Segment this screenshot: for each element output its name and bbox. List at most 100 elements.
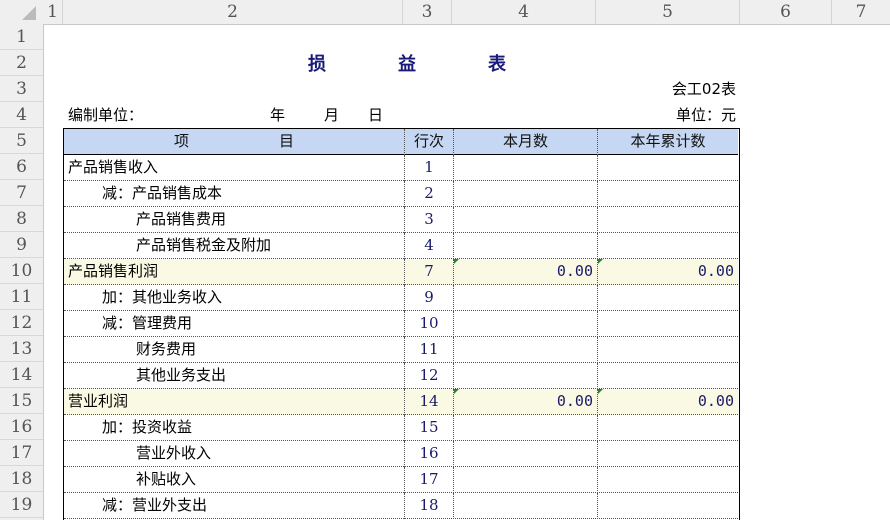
line-cell[interactable]: 7 — [404, 259, 453, 285]
row-header[interactable]: 6 — [0, 154, 43, 180]
table-row: 加：投资收益 15 — [64, 415, 738, 441]
line-cell[interactable]: 3 — [404, 207, 453, 233]
item-cell[interactable]: 营业利润 — [64, 389, 404, 415]
form-code: 会工02表 — [671, 80, 736, 98]
month-cell[interactable] — [453, 181, 597, 207]
line-cell[interactable]: 2 — [404, 181, 453, 207]
row-header[interactable]: 7 — [0, 180, 43, 206]
month-cell[interactable]: 0.00 — [453, 259, 597, 285]
row-header[interactable]: 10 — [0, 258, 43, 284]
row-header[interactable]: 2 — [0, 50, 43, 76]
header-item[interactable]: 项 目 — [64, 129, 404, 155]
month-cell[interactable] — [453, 285, 597, 311]
row-header[interactable]: 19 — [0, 492, 43, 518]
item-cell[interactable]: 产品销售利润 — [64, 259, 404, 285]
year-cell[interactable] — [597, 181, 738, 207]
item-cell[interactable]: 加：投资收益 — [64, 415, 404, 441]
column-header[interactable]: 1 — [43, 0, 63, 24]
column-header[interactable]: 2 — [63, 0, 403, 24]
table-row: 减：产品销售成本 2 — [64, 181, 738, 207]
item-cell[interactable]: 财务费用 — [64, 337, 404, 363]
line-cell[interactable]: 1 — [404, 155, 453, 181]
line-cell[interactable]: 11 — [404, 337, 453, 363]
year-cell[interactable] — [597, 493, 738, 519]
row-header[interactable]: 8 — [0, 206, 43, 232]
column-header[interactable]: 7 — [832, 0, 890, 24]
line-cell[interactable]: 14 — [404, 389, 453, 415]
month-cell[interactable] — [453, 467, 597, 493]
item-cell[interactable]: 其他业务支出 — [64, 363, 404, 389]
row-header[interactable]: 5 — [0, 128, 43, 154]
row-header[interactable]: 14 — [0, 362, 43, 388]
row-header[interactable]: 13 — [0, 336, 43, 362]
year-cell[interactable] — [597, 467, 738, 493]
month-cell[interactable] — [453, 311, 597, 337]
select-all-corner[interactable] — [22, 6, 36, 20]
line-cell[interactable]: 9 — [404, 285, 453, 311]
item-cell[interactable]: 营业外收入 — [64, 441, 404, 467]
report-title-char: 表 — [488, 54, 506, 75]
row-header[interactable]: 4 — [0, 102, 43, 128]
line-cell[interactable]: 18 — [404, 493, 453, 519]
line-cell[interactable]: 16 — [404, 441, 453, 467]
month-cell[interactable] — [453, 207, 597, 233]
formula-indicator-icon — [454, 259, 459, 264]
year-cell[interactable] — [597, 363, 738, 389]
year-cell[interactable] — [597, 311, 738, 337]
row-header[interactable]: 3 — [0, 76, 43, 102]
table-row: 加：其他业务收入 9 — [64, 285, 738, 311]
item-cell[interactable]: 产品销售费用 — [64, 207, 404, 233]
year-cell[interactable] — [597, 155, 738, 181]
header-month[interactable]: 本月数 — [453, 129, 597, 155]
line-cell[interactable]: 15 — [404, 415, 453, 441]
line-cell[interactable]: 10 — [404, 311, 453, 337]
unit-label: 单位：元 — [675, 106, 736, 124]
date-year-label: 年 — [270, 106, 286, 124]
year-cell[interactable] — [597, 441, 738, 467]
year-cell[interactable] — [597, 337, 738, 363]
year-cell[interactable]: 0.00 — [597, 389, 738, 415]
item-cell[interactable]: 减：产品销售成本 — [64, 181, 404, 207]
month-cell[interactable] — [453, 337, 597, 363]
report-title-char: 益 — [398, 54, 416, 75]
item-cell[interactable]: 减：管理费用 — [64, 311, 404, 337]
month-cell[interactable] — [453, 363, 597, 389]
row-header[interactable]: 18 — [0, 466, 43, 492]
item-cell[interactable]: 补贴收入 — [64, 467, 404, 493]
month-cell[interactable] — [453, 155, 597, 181]
month-cell[interactable] — [453, 415, 597, 441]
year-cell[interactable] — [597, 207, 738, 233]
row-header[interactable]: 17 — [0, 440, 43, 466]
month-cell[interactable]: 0.00 — [453, 389, 597, 415]
row-header[interactable]: 16 — [0, 414, 43, 440]
row-header[interactable]: 1 — [0, 24, 43, 50]
line-cell[interactable]: 12 — [404, 363, 453, 389]
row-header[interactable]: 9 — [0, 232, 43, 258]
year-cell[interactable] — [597, 415, 738, 441]
column-header[interactable]: 4 — [452, 0, 596, 24]
row-header[interactable]: 11 — [0, 284, 43, 310]
column-header[interactable]: 6 — [740, 0, 832, 24]
table-row: 补贴收入 17 — [64, 467, 738, 493]
table-header-row: 项 目 行次 本月数 本年累计数 — [64, 129, 738, 155]
item-cell[interactable]: 产品销售税金及附加 — [64, 233, 404, 259]
header-year[interactable]: 本年累计数 — [597, 129, 738, 155]
date-month-label: 月 — [324, 106, 340, 124]
line-cell[interactable]: 4 — [404, 233, 453, 259]
row-header[interactable]: 12 — [0, 310, 43, 336]
year-cell[interactable] — [597, 285, 738, 311]
line-cell[interactable]: 17 — [404, 467, 453, 493]
year-cell[interactable]: 0.00 — [597, 259, 738, 285]
item-cell[interactable]: 减：营业外支出 — [64, 493, 404, 519]
column-header[interactable]: 5 — [596, 0, 740, 24]
table-row: 产品销售费用 3 — [64, 207, 738, 233]
year-cell[interactable] — [597, 233, 738, 259]
item-cell[interactable]: 加：其他业务收入 — [64, 285, 404, 311]
header-line[interactable]: 行次 — [404, 129, 453, 155]
month-cell[interactable] — [453, 441, 597, 467]
column-header[interactable]: 3 — [403, 0, 452, 24]
item-cell[interactable]: 产品销售收入 — [64, 155, 404, 181]
month-cell[interactable] — [453, 233, 597, 259]
month-cell[interactable] — [453, 493, 597, 519]
row-header[interactable]: 15 — [0, 388, 43, 414]
